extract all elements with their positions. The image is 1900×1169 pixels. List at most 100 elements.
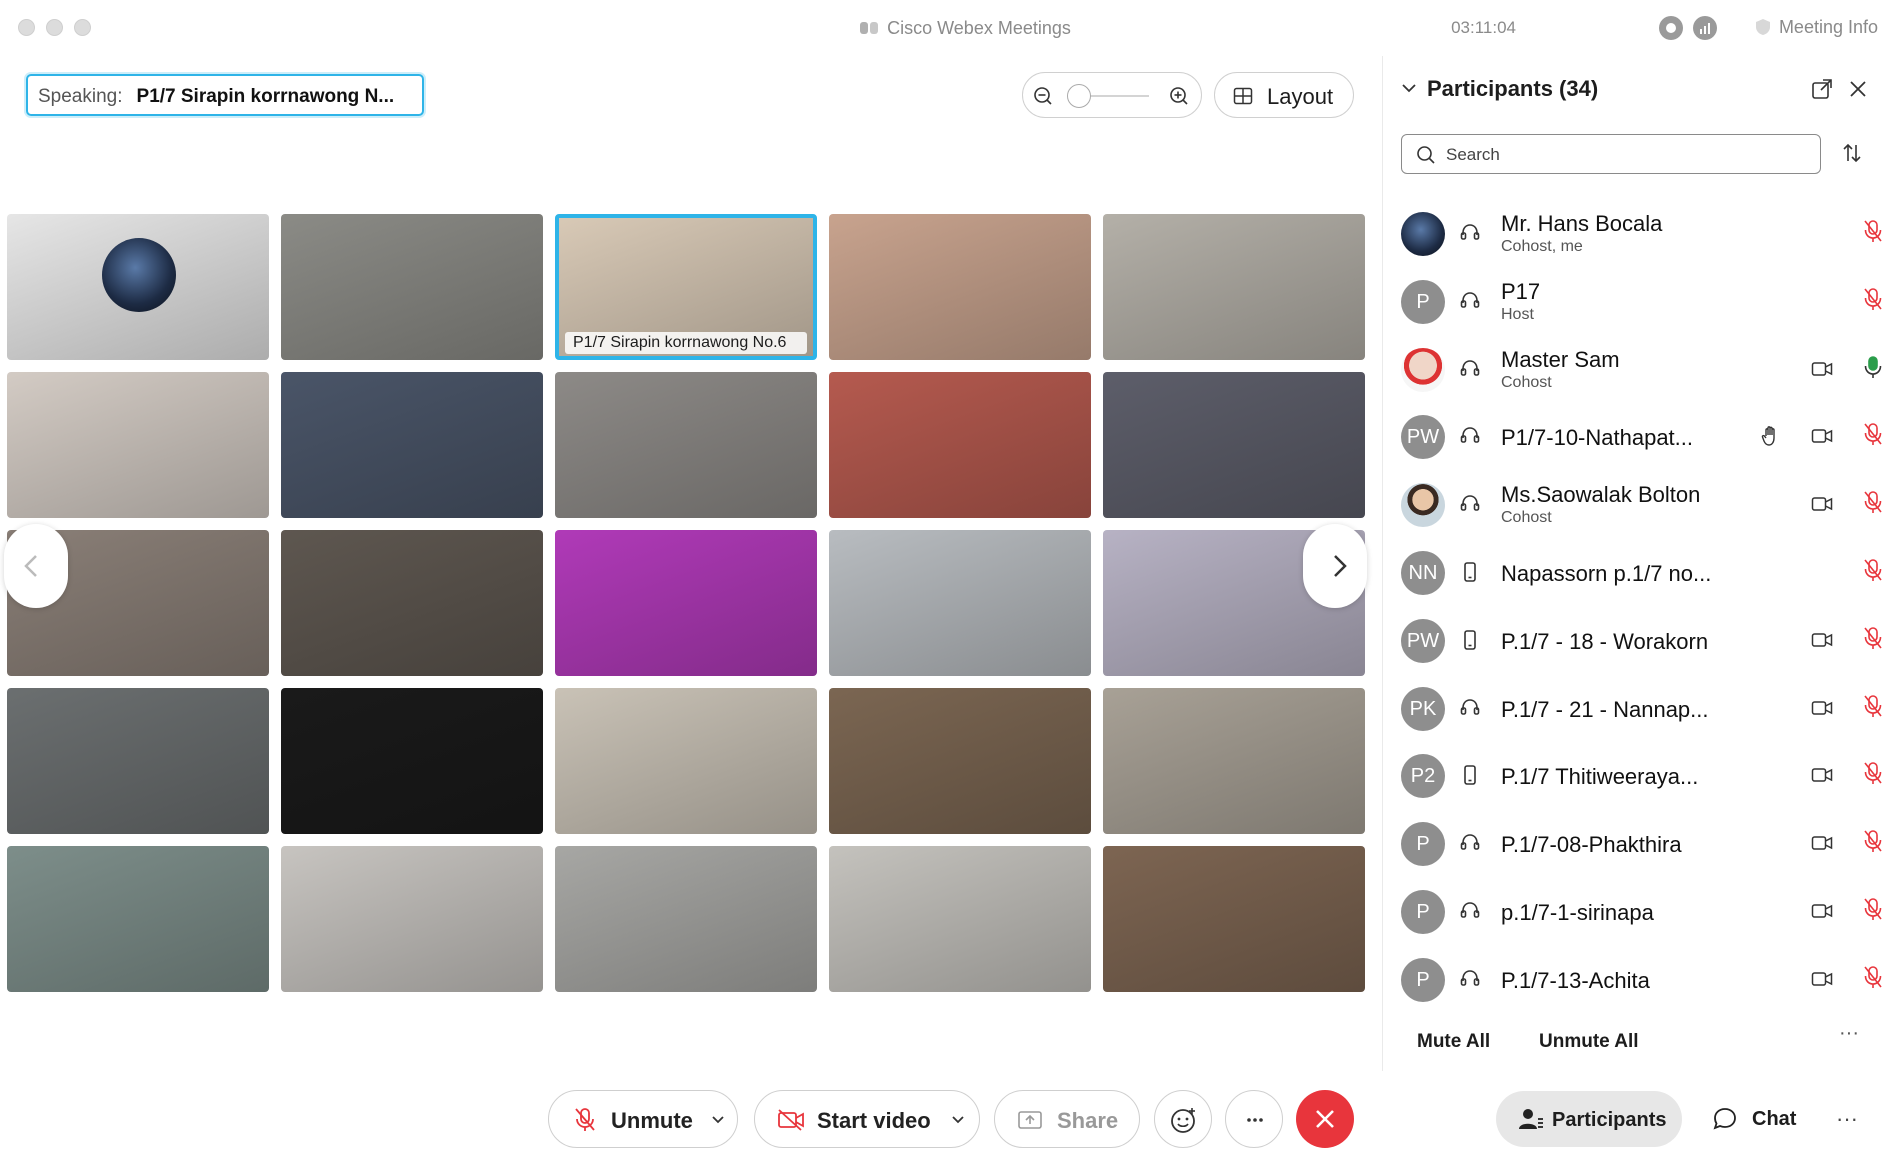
microphone-muted-icon[interactable]	[1863, 558, 1883, 589]
video-tile[interactable]	[555, 530, 817, 676]
participant-name: Ms.Saowalak Bolton	[1501, 482, 1701, 508]
chat-button[interactable]: Chat	[1712, 1108, 1796, 1131]
microphone-muted-icon[interactable]	[1863, 626, 1883, 657]
video-tile[interactable]	[7, 214, 269, 360]
next-page-button[interactable]	[1303, 524, 1367, 608]
video-tile[interactable]	[281, 846, 543, 992]
video-tile[interactable]	[555, 372, 817, 518]
video-tile[interactable]	[281, 688, 543, 834]
microphone-muted-icon[interactable]	[1863, 422, 1883, 453]
headset-icon	[1459, 493, 1481, 520]
video-tile[interactable]	[281, 530, 543, 676]
panel-more-button[interactable]: ···	[1839, 1022, 1859, 1045]
participant-row[interactable]: NN Napassorn p.1/7 no...	[1401, 545, 1882, 605]
leave-meeting-button[interactable]	[1296, 1090, 1354, 1148]
participant-row[interactable]: P P.1/7-08-Phakthira	[1401, 816, 1882, 876]
start-video-button[interactable]: Start video	[754, 1090, 980, 1148]
chevron-down-icon[interactable]	[711, 1115, 725, 1125]
video-tile[interactable]	[7, 688, 269, 834]
microphone-muted-icon	[575, 1108, 595, 1131]
sort-icon[interactable]	[1841, 142, 1863, 164]
video-tile[interactable]	[829, 372, 1091, 518]
participant-row[interactable]: PW P.1/7 - 18 - Worakorn	[1401, 613, 1882, 673]
zoom-in-icon[interactable]	[1169, 86, 1189, 106]
active-speaker-tile[interactable]: P1/7 Sirapin korrnawong No.6	[555, 214, 817, 360]
headset-icon	[1459, 832, 1481, 859]
headset-icon	[1459, 425, 1481, 452]
microphone-muted-icon[interactable]	[1863, 829, 1883, 860]
layout-button[interactable]: Layout	[1214, 72, 1354, 118]
video-tile[interactable]	[7, 846, 269, 992]
chevron-right-icon	[1334, 555, 1347, 577]
microphone-muted-icon[interactable]	[1863, 965, 1883, 996]
microphone-active-icon[interactable]	[1863, 355, 1883, 386]
video-tile[interactable]	[7, 372, 269, 518]
video-tile[interactable]	[281, 372, 543, 518]
microphone-muted-icon[interactable]	[1863, 761, 1883, 792]
layout-label: Layout	[1267, 84, 1334, 109]
microphone-muted-icon[interactable]	[1863, 694, 1883, 725]
network-stats-icon[interactable]	[1693, 16, 1717, 40]
previous-page-button[interactable]	[4, 524, 68, 608]
search-placeholder: Search	[1446, 145, 1500, 164]
video-camera-icon	[1811, 631, 1833, 654]
participants-header[interactable]: Participants (34)	[1401, 76, 1598, 102]
unmute-button[interactable]: Unmute	[548, 1090, 738, 1148]
video-tile[interactable]	[829, 214, 1091, 360]
participants-button[interactable]: Participants	[1496, 1091, 1682, 1147]
zoom-slider-track[interactable]	[1083, 95, 1149, 97]
microphone-muted-icon[interactable]	[1863, 219, 1883, 250]
webex-logo-icon	[860, 22, 879, 34]
video-camera-icon	[1811, 902, 1833, 925]
participant-row[interactable]: Mr. Hans Bocala Cohost, me	[1401, 206, 1882, 266]
unmute-all-button[interactable]: Unmute All	[1539, 1031, 1639, 1053]
headset-icon	[1459, 697, 1481, 724]
chevron-down-icon[interactable]	[951, 1115, 965, 1125]
participant-row[interactable]: P P17 Host	[1401, 274, 1882, 334]
reactions-button[interactable]	[1154, 1090, 1212, 1148]
participant-row[interactable]: Master Sam Cohost	[1401, 342, 1882, 402]
headset-icon	[1459, 358, 1481, 385]
participant-row[interactable]: PW P1/7-10-Nathapat...	[1401, 409, 1882, 469]
share-icon	[1018, 1111, 1042, 1129]
headset-icon	[1459, 290, 1481, 317]
more-icon	[1247, 1118, 1263, 1122]
microphone-muted-icon[interactable]	[1863, 287, 1883, 318]
video-tile[interactable]	[555, 688, 817, 834]
participant-row[interactable]: Pp.1/7-1-sirinapa	[1401, 884, 1882, 944]
participant-search-input[interactable]: Search	[1401, 134, 1821, 174]
microphone-muted-icon[interactable]	[1863, 897, 1883, 928]
zoom-slider-handle[interactable]	[1067, 84, 1091, 108]
video-tile[interactable]	[1103, 688, 1365, 834]
participant-row[interactable]: P2 P.1/7 Thitiweeraya...	[1401, 748, 1882, 808]
microphone-muted-icon[interactable]	[1863, 490, 1883, 521]
search-icon	[1417, 146, 1435, 164]
video-tile[interactable]	[1103, 214, 1365, 360]
mute-all-button[interactable]: Mute All	[1417, 1031, 1490, 1053]
bottom-more-button[interactable]: ···	[1836, 1106, 1858, 1132]
close-panel-icon[interactable]	[1847, 78, 1869, 100]
chevron-down-icon[interactable]	[1401, 82, 1417, 94]
zoom-out-icon[interactable]	[1033, 86, 1053, 106]
meeting-info-button[interactable]: Meeting Info	[1755, 17, 1878, 38]
video-tile[interactable]	[1103, 372, 1365, 518]
video-off-icon	[778, 1109, 804, 1131]
video-tile[interactable]	[281, 214, 543, 360]
video-tile[interactable]	[829, 846, 1091, 992]
share-button[interactable]: Share	[994, 1090, 1140, 1148]
participant-row[interactable]: PK P.1/7 - 21 - Nannap...	[1401, 681, 1882, 741]
pop-out-icon[interactable]	[1811, 78, 1833, 100]
video-tile[interactable]	[555, 846, 817, 992]
participant-name: Master Sam	[1501, 346, 1620, 372]
more-options-button[interactable]	[1225, 1090, 1283, 1148]
video-tile[interactable]	[829, 530, 1091, 676]
participant-row[interactable]: P P.1/7-13-Achita	[1401, 952, 1882, 1012]
participant-role: Cohost	[1501, 373, 1552, 391]
video-tile[interactable]	[1103, 846, 1365, 992]
participants-icon	[1519, 1109, 1543, 1129]
phone-icon	[1459, 764, 1481, 791]
recording-indicator-icon[interactable]	[1659, 16, 1683, 40]
participants-title: Participants (34)	[1427, 76, 1599, 101]
participant-row[interactable]: Ms.Saowalak Bolton Cohost	[1401, 477, 1882, 537]
video-tile[interactable]	[829, 688, 1091, 834]
